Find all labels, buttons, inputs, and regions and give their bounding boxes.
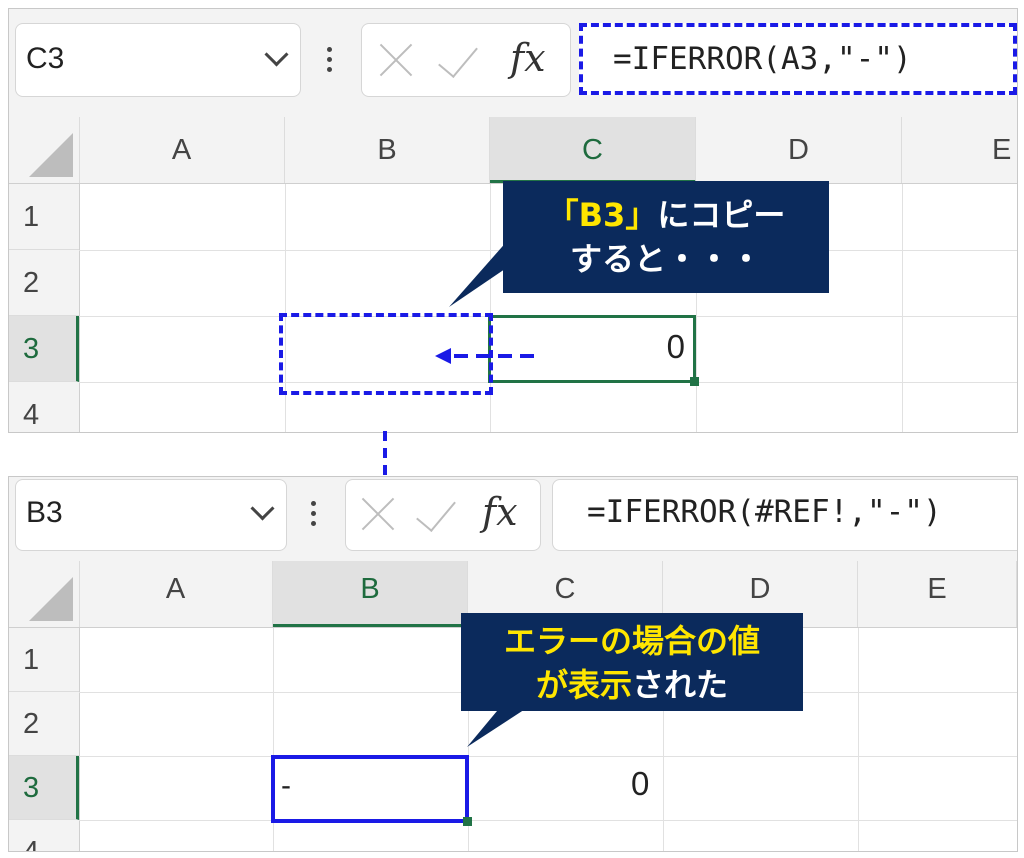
- select-all-corner[interactable]: [9, 561, 80, 627]
- select-all-corner[interactable]: [9, 117, 80, 183]
- row-header-3[interactable]: 3: [9, 316, 79, 382]
- formula-bar[interactable]: =IFERROR(A3,"-"): [579, 23, 1017, 95]
- column-header-e[interactable]: E: [902, 117, 1017, 183]
- excel-window-top: C3 fx =IFERROR(A3,"-") A B C D E 1 2 3 4: [8, 8, 1018, 433]
- active-cell-b3[interactable]: -: [271, 755, 472, 826]
- column-header-d[interactable]: D: [696, 117, 902, 183]
- check-icon[interactable]: [416, 490, 456, 532]
- formula-text: =IFERROR(#REF!,"-"): [587, 494, 942, 530]
- fill-handle[interactable]: [463, 817, 472, 826]
- fill-handle[interactable]: [690, 377, 699, 386]
- row-header-1[interactable]: 1: [9, 628, 79, 692]
- fx-icon[interactable]: fx: [482, 490, 518, 534]
- formula-controls: fx: [345, 479, 541, 551]
- row-header-1[interactable]: 1: [9, 184, 79, 250]
- callout-copy-to-b3: 「B3」にコピー すると・・・: [503, 181, 829, 293]
- excel-window-bottom: B3 fx =IFERROR(#REF!,"-") A B C D E 1 2 …: [8, 476, 1018, 852]
- formula-bar[interactable]: =IFERROR(#REF!,"-"): [552, 479, 1017, 551]
- gridline: [79, 820, 1017, 821]
- check-icon[interactable]: [438, 36, 478, 78]
- column-header-bar: A B C D E: [9, 117, 1017, 184]
- name-box-value: C3: [26, 42, 65, 75]
- name-box[interactable]: B3: [15, 479, 287, 551]
- row-header-4[interactable]: 4: [9, 820, 79, 851]
- more-options-icon[interactable]: [327, 47, 333, 77]
- column-header-b[interactable]: B: [273, 561, 468, 627]
- callout-line-1: 「B3」にコピー: [503, 193, 829, 237]
- column-header-b[interactable]: B: [285, 117, 490, 183]
- chevron-down-icon[interactable]: [264, 42, 289, 67]
- gridline: [858, 628, 859, 851]
- column-header-e[interactable]: E: [858, 561, 1017, 627]
- row-header-3[interactable]: 3: [9, 756, 79, 820]
- cell-c3-value: 0: [666, 328, 685, 365]
- row-header-2[interactable]: 2: [9, 692, 79, 756]
- more-options-icon[interactable]: [311, 501, 317, 531]
- formula-text: =IFERROR(A3,"-"): [613, 41, 912, 77]
- cross-icon[interactable]: [360, 496, 396, 532]
- callout-text: にコピー: [657, 196, 786, 234]
- callout-error-value-shown: エラーの場合の値 が表示された: [461, 613, 803, 711]
- cell-c3-value: 0: [631, 765, 650, 802]
- fx-icon[interactable]: fx: [510, 36, 546, 80]
- gridline: [902, 184, 903, 432]
- column-header-a[interactable]: A: [79, 561, 273, 627]
- row-header-bar: 1 2 3 4: [9, 184, 80, 432]
- callout-line-2: すると・・・: [569, 240, 762, 278]
- chevron-down-icon[interactable]: [250, 496, 275, 521]
- callout-text: された: [632, 666, 729, 704]
- callout-highlight: が表示: [535, 666, 632, 704]
- cell-b3-value: -: [281, 769, 291, 802]
- column-header-a[interactable]: A: [79, 117, 285, 183]
- callout-line-1: エラーの場合の値: [503, 622, 760, 660]
- name-box[interactable]: C3: [15, 23, 301, 97]
- formula-controls: fx: [361, 23, 571, 97]
- copy-arrow: [435, 348, 534, 364]
- column-header-c[interactable]: C: [490, 117, 696, 183]
- name-box-value: B3: [26, 496, 63, 529]
- row-header-4[interactable]: 4: [9, 382, 79, 432]
- callout-line-2: が表示された: [461, 663, 803, 707]
- row-header-bar: 1 2 3 4: [9, 628, 80, 851]
- callout-highlight: 「B3」: [546, 196, 658, 234]
- row-header-2[interactable]: 2: [9, 250, 79, 316]
- cross-icon[interactable]: [378, 42, 414, 78]
